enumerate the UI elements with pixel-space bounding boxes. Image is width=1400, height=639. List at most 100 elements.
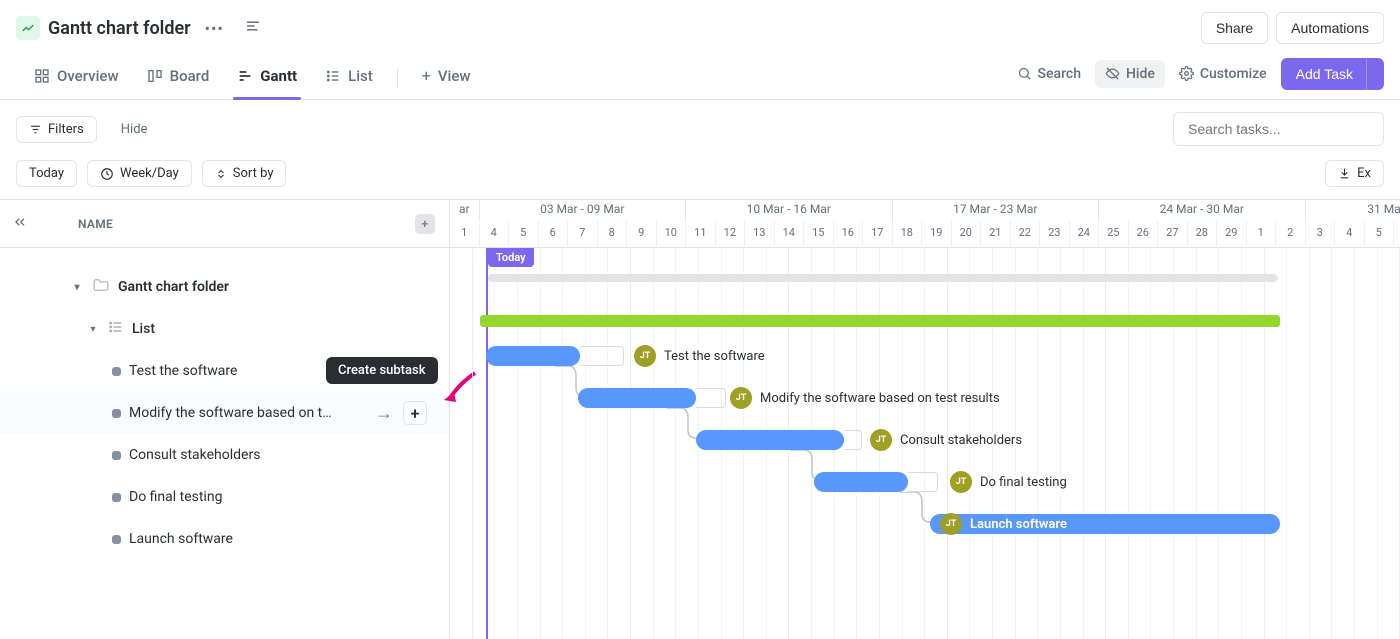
group-summary-bar[interactable] <box>480 315 1280 327</box>
scroll-indicator[interactable] <box>488 274 1278 282</box>
day-header: 10 <box>657 220 687 248</box>
day-header: 13 <box>745 220 775 248</box>
week-header: 10 Mar - 16 Mar <box>686 200 893 220</box>
caret-down-icon[interactable]: ▾ <box>70 282 84 293</box>
collapse-description-icon[interactable] <box>244 17 262 39</box>
folder-outline-icon <box>92 276 110 298</box>
share-button[interactable]: Share <box>1201 12 1268 44</box>
collapse-sidebar-icon[interactable] <box>12 214 28 233</box>
more-options-icon[interactable]: ••• <box>199 19 230 38</box>
week-header: 03 Mar - 09 Mar <box>480 200 687 220</box>
task-row[interactable]: Do final testing <box>0 476 449 518</box>
caret-down-icon[interactable]: ▾ <box>86 324 100 335</box>
task-bar-buffer[interactable] <box>696 388 726 408</box>
day-header: 27 <box>1158 220 1188 248</box>
task-row[interactable]: Launch software <box>0 518 449 560</box>
zoom-select[interactable]: Week/Day <box>87 160 192 187</box>
controls-row: Today Week/Day Sort by Ex <box>0 158 1400 199</box>
search-tasks-input[interactable] <box>1173 112 1384 146</box>
task-bar-label: JT Test the software <box>634 346 765 366</box>
hide-filter-button[interactable]: Hide <box>109 117 160 142</box>
assignee-avatar[interactable]: JT <box>940 513 962 535</box>
day-header: 18 <box>893 220 923 248</box>
task-bar[interactable] <box>486 346 580 366</box>
assignee-avatar[interactable]: JT <box>634 345 656 367</box>
gantt-timeline[interactable]: ar03 Mar - 09 Mar10 Mar - 16 Mar17 Mar -… <box>450 200 1400 639</box>
day-header: 29 <box>1217 220 1247 248</box>
tab-separator <box>397 68 398 88</box>
add-view-button[interactable]: + View <box>410 56 483 99</box>
day-header: 19 <box>922 220 952 248</box>
add-column-icon[interactable]: + <box>415 214 435 234</box>
task-bar-buffer[interactable] <box>844 430 862 450</box>
sort-button[interactable]: Sort by <box>202 160 287 187</box>
add-task-dropdown[interactable] <box>1366 58 1384 90</box>
tree-list-row[interactable]: ▾ List <box>0 308 449 350</box>
filters-button[interactable]: Filters <box>16 116 97 143</box>
assignee-avatar[interactable]: JT <box>730 387 752 409</box>
customize-button[interactable]: Customize <box>1169 60 1277 88</box>
day-header: 6 <box>1394 220 1400 248</box>
today-badge: Today <box>488 248 534 267</box>
dependency-arrow-icon[interactable]: → <box>375 403 393 424</box>
gantt-row: JT Modify the software based on test res… <box>450 388 1400 430</box>
page-title[interactable]: Gantt chart folder <box>48 18 191 39</box>
add-task-button[interactable]: Add Task <box>1281 58 1366 90</box>
day-header: 23 <box>1040 220 1070 248</box>
automations-button[interactable]: Automations <box>1276 12 1384 44</box>
task-row[interactable]: Consult stakeholders <box>0 434 449 476</box>
tree-folder-row[interactable]: ▾ Gantt chart folder <box>0 266 449 308</box>
create-subtask-tooltip: Create subtask <box>326 357 438 384</box>
tab-overview[interactable]: Overview <box>22 57 131 99</box>
status-dot-icon <box>112 535 121 544</box>
day-header: 9 <box>627 220 657 248</box>
status-dot-icon <box>112 409 121 418</box>
task-sidebar: NAME + ▾ Gantt chart folder ▾ List Test … <box>0 200 450 639</box>
assignee-avatar[interactable]: JT <box>950 471 972 493</box>
timeline-body[interactable]: Today JT Test the software JT <box>450 248 1400 639</box>
day-header: 14 <box>775 220 805 248</box>
task-bar[interactable] <box>814 472 908 492</box>
day-header: 17 <box>863 220 893 248</box>
task-tree: ▾ Gantt chart folder ▾ List Test the sof… <box>0 248 449 560</box>
list-icon <box>108 319 124 339</box>
create-subtask-button[interactable]: + <box>403 401 427 425</box>
tab-board[interactable]: Board <box>135 57 222 99</box>
folder-chart-icon <box>16 16 40 40</box>
day-header: 7 <box>568 220 598 248</box>
week-header: 31 Mar - 06 Apr <box>1306 200 1400 220</box>
search-button[interactable]: Search <box>1007 60 1091 88</box>
day-header: 3 <box>1306 220 1336 248</box>
day-header: 1 <box>1247 220 1277 248</box>
day-header: 1 <box>450 220 480 248</box>
task-bar-buffer[interactable] <box>580 346 624 366</box>
export-button[interactable]: Ex <box>1325 160 1384 187</box>
day-header: 28 <box>1188 220 1218 248</box>
task-bar-label: JT Modify the software based on test res… <box>730 388 1000 408</box>
gantt-main: NAME + ▾ Gantt chart folder ▾ List Test … <box>0 199 1400 639</box>
page-header: Gantt chart folder ••• Share Automations <box>0 0 1400 52</box>
day-header: 4 <box>480 220 510 248</box>
task-row[interactable]: Modify the software based on te... → + <box>0 392 449 434</box>
day-header: 16 <box>834 220 864 248</box>
tab-list[interactable]: List <box>313 57 385 99</box>
day-header: 22 <box>1011 220 1041 248</box>
day-header: 24 <box>1070 220 1100 248</box>
assignee-avatar[interactable]: JT <box>870 429 892 451</box>
day-header: 8 <box>598 220 628 248</box>
day-header: 12 <box>716 220 746 248</box>
day-header: 11 <box>686 220 716 248</box>
gantt-row: JT Launch software <box>450 514 1400 556</box>
hide-button[interactable]: Hide <box>1095 60 1165 88</box>
tab-gantt[interactable]: Gantt <box>225 57 309 99</box>
day-header: 2 <box>1276 220 1306 248</box>
today-button[interactable]: Today <box>16 160 77 187</box>
task-bar-buffer[interactable] <box>908 472 938 492</box>
task-bar[interactable] <box>578 388 696 408</box>
task-bar-label: JT Consult stakeholders <box>870 430 1022 450</box>
task-bar[interactable] <box>696 430 844 450</box>
day-header: 6 <box>539 220 569 248</box>
filter-row: Filters Hide <box>0 100 1400 158</box>
day-header: 4 <box>1335 220 1365 248</box>
view-tabs: Overview Board Gantt List + View Search … <box>0 52 1400 100</box>
